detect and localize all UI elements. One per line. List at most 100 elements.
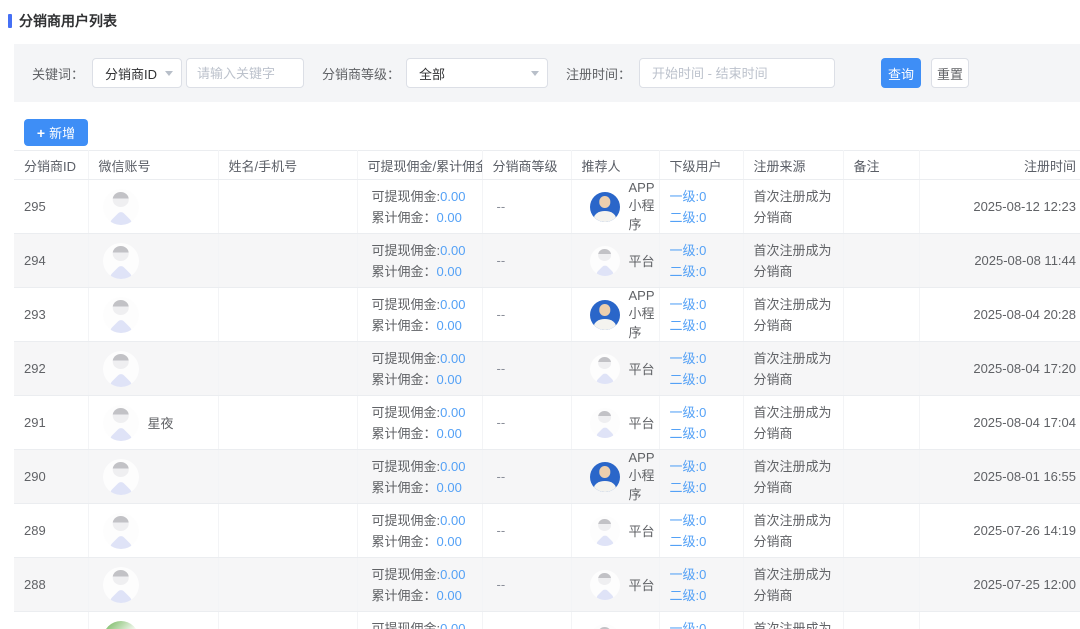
distributor-id: 292 (14, 342, 88, 396)
add-button[interactable]: + 新增 (24, 119, 88, 146)
subordinate-level2-link[interactable]: 二级:0 (670, 480, 707, 495)
level-select[interactable]: 全部 (406, 58, 548, 88)
register-source: 首次注册成为分销商 (743, 396, 843, 450)
register-time-range-input[interactable] (652, 66, 822, 81)
title-accent-bar (8, 14, 12, 28)
distributor-level: -- (482, 504, 571, 558)
wechat-avatar (103, 459, 139, 495)
withdrawable-commission: 可提现佣金:0.00 (372, 240, 482, 261)
page-title: 分销商用户列表 (0, 0, 1080, 31)
subordinate-level1-link[interactable]: 一级:0 (670, 567, 707, 582)
subordinate-level2-link[interactable]: 二级:0 (670, 264, 707, 279)
col-wechat-account: 微信账号 (88, 151, 218, 180)
distributor-id: 293 (14, 288, 88, 342)
referrer-name: 平台 (629, 575, 655, 594)
subordinate-level1-link[interactable]: 一级:0 (670, 189, 707, 204)
table-row: 288 可提现佣金:0.00 累计佣金：0.00 -- 平台 一级:0 二级:0… (14, 558, 1080, 612)
register-source: 首次注册成为分销商 (743, 450, 843, 504)
col-referrer: 推荐人 (571, 151, 659, 180)
table-row: 291 星夜 可提现佣金:0.00 累计佣金：0.00 -- 平台 一级:0 二… (14, 396, 1080, 450)
register-time-label: 注册时间： (566, 64, 631, 83)
col-register-time: 注册时间 (919, 151, 1080, 180)
keyword-input[interactable] (197, 66, 293, 81)
remark (843, 504, 919, 558)
total-commission: 累计佣金：0.00 (372, 531, 482, 552)
referrer-name: 平台 (629, 413, 655, 432)
add-button-label: 新增 (49, 123, 75, 142)
table-row: 295 可提现佣金:0.00 累计佣金：0.00 -- APP小程序 一级:0 … (14, 180, 1080, 234)
subordinate-level2-link[interactable]: 二级:0 (670, 426, 707, 441)
subordinate-level2-link[interactable]: 二级:0 (670, 210, 707, 225)
distributor-id: 294 (14, 234, 88, 288)
col-name-phone: 姓名/手机号 (218, 151, 357, 180)
distributor-level: -- (482, 342, 571, 396)
withdrawable-commission: 可提现佣金:0.00 (372, 456, 482, 477)
table-row: 亚浩冷库 可提现佣金:0.00 累计佣金：0.00 -- 平台 一级:0 二级:… (14, 612, 1080, 629)
register-time: 2025-08-01 16:55 (919, 450, 1080, 504)
distributor-level: -- (482, 180, 571, 234)
keyword-input-wrap (186, 58, 304, 88)
register-time (919, 612, 1080, 629)
toolbar: + 新增 (24, 119, 1080, 146)
table-row: 289 可提现佣金:0.00 累计佣金：0.00 -- 平台 一级:0 二级:0… (14, 504, 1080, 558)
total-commission: 累计佣金：0.00 (372, 423, 482, 444)
withdrawable-commission: 可提现佣金:0.00 (372, 618, 482, 629)
subordinate-level2-link[interactable]: 二级:0 (670, 372, 707, 387)
subordinate-level1-link[interactable]: 一级:0 (670, 621, 707, 629)
referrer-name: APP小程序 (629, 180, 659, 233)
subordinate-level2-link[interactable]: 二级:0 (670, 318, 707, 333)
filter-bar: 关键词： 分销商ID 分销商等级： 全部 注册时间： 查询 重置 (14, 44, 1080, 102)
referrer-avatar (590, 246, 620, 276)
plus-icon: + (37, 126, 45, 140)
referrer-avatar (590, 462, 620, 492)
remark (843, 288, 919, 342)
chevron-down-icon (531, 71, 539, 80)
subordinate-level1-link[interactable]: 一级:0 (670, 243, 707, 258)
subordinate-level1-link[interactable]: 一级:0 (670, 513, 707, 528)
distributor-id: 288 (14, 558, 88, 612)
referrer-avatar (590, 516, 620, 546)
register-time: 2025-08-12 12:23 (919, 180, 1080, 234)
wechat-avatar (103, 189, 139, 225)
name-phone (218, 612, 357, 629)
register-time: 2025-08-04 17:04 (919, 396, 1080, 450)
register-time: 2025-08-04 17:20 (919, 342, 1080, 396)
subordinate-level1-link[interactable]: 一级:0 (670, 297, 707, 312)
register-source: 首次注册成为分销商 (743, 234, 843, 288)
register-source: 首次注册成为分销商 (743, 180, 843, 234)
total-commission: 累计佣金：0.00 (372, 315, 482, 336)
table-header: 分销商ID 微信账号 姓名/手机号 可提现佣金/累计佣金 分销商等级 推荐人 下… (14, 151, 1080, 180)
wechat-avatar (103, 243, 139, 279)
withdrawable-commission: 可提现佣金:0.00 (372, 510, 482, 531)
table-row: 294 可提现佣金:0.00 累计佣金：0.00 -- 平台 一级:0 二级:0… (14, 234, 1080, 288)
name-phone (218, 558, 357, 612)
subordinate-level1-link[interactable]: 一级:0 (670, 459, 707, 474)
subordinate-level2-link[interactable]: 二级:0 (670, 588, 707, 603)
remark (843, 342, 919, 396)
subordinate-level1-link[interactable]: 一级:0 (670, 351, 707, 366)
keyword-type-select[interactable]: 分销商ID (92, 58, 182, 88)
register-source: 首次注册成为分销商 (743, 342, 843, 396)
name-phone (218, 504, 357, 558)
register-time: 2025-07-26 14:19 (919, 504, 1080, 558)
col-distributor-id: 分销商ID (14, 151, 88, 180)
referrer-avatar (590, 624, 620, 629)
total-commission: 累计佣金：0.00 (372, 369, 482, 390)
search-button[interactable]: 查询 (881, 58, 921, 88)
distributor-level: -- (482, 234, 571, 288)
total-commission: 累计佣金：0.00 (372, 261, 482, 282)
referrer-avatar (590, 354, 620, 384)
subordinate-level1-link[interactable]: 一级:0 (670, 405, 707, 420)
reset-button[interactable]: 重置 (931, 58, 969, 88)
remark (843, 396, 919, 450)
table-row: 290 可提现佣金:0.00 累计佣金：0.00 -- APP小程序 一级:0 … (14, 450, 1080, 504)
referrer-name: 平台 (629, 251, 655, 270)
distributor-level: -- (482, 612, 571, 629)
wechat-avatar (103, 621, 139, 629)
name-phone (218, 450, 357, 504)
remark (843, 450, 919, 504)
referrer-avatar (590, 570, 620, 600)
subordinate-level2-link[interactable]: 二级:0 (670, 534, 707, 549)
page-title-text: 分销商用户列表 (19, 11, 117, 31)
register-source: 首次注册成为分销商 (743, 288, 843, 342)
